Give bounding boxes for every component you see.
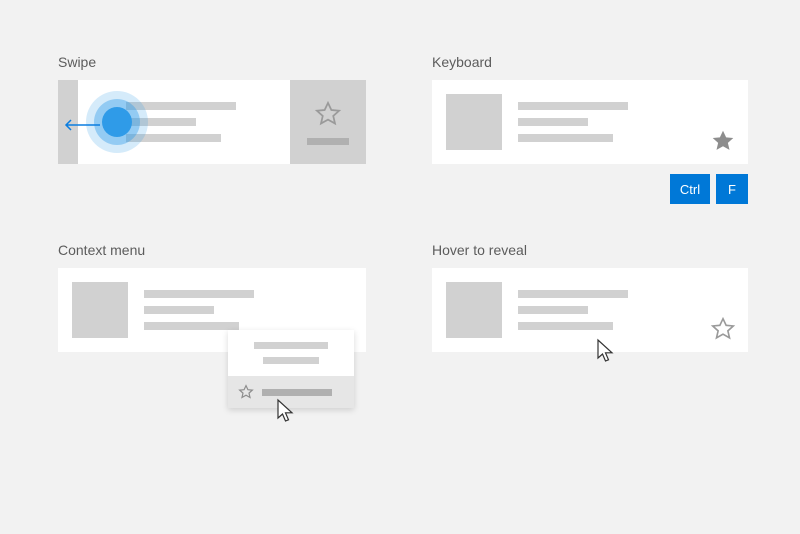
key-ctrl: Ctrl <box>670 174 710 204</box>
thumbnail-placeholder <box>446 282 502 338</box>
arrow-left-icon <box>64 118 100 136</box>
swipe-label: Swipe <box>58 54 366 70</box>
star-outline-icon <box>238 384 254 400</box>
context-menu-item[interactable] <box>254 342 328 349</box>
placeholder-lines <box>518 102 628 142</box>
star-filled-icon[interactable] <box>710 128 736 154</box>
context-menu-item-label <box>262 389 332 396</box>
swipe-section: Swipe <box>58 54 366 164</box>
keyboard-card <box>432 80 748 164</box>
thumbnail-placeholder <box>72 282 128 338</box>
hover-section: Hover to reveal <box>432 242 748 352</box>
context-menu-items <box>228 330 354 376</box>
touch-point-icon <box>102 107 132 137</box>
placeholder-line <box>518 290 628 298</box>
placeholder-line <box>518 306 588 314</box>
star-outline-icon[interactable] <box>710 316 736 342</box>
context-menu-section: Context menu <box>58 242 366 352</box>
keyboard-shortcut: Ctrl F <box>432 174 748 204</box>
cursor-icon <box>596 338 616 369</box>
placeholder-line <box>144 306 214 314</box>
keyboard-section: Keyboard Ctrl F <box>432 54 748 204</box>
placeholder-line <box>144 290 254 298</box>
context-menu-popup[interactable] <box>228 330 354 408</box>
placeholder-line <box>144 322 239 330</box>
placeholder-lines <box>518 290 628 330</box>
placeholder-lines <box>144 290 254 330</box>
placeholder-line <box>126 118 196 126</box>
placeholder-line <box>518 102 628 110</box>
swipe-card[interactable] <box>58 80 366 164</box>
placeholder-line <box>126 102 236 110</box>
placeholder-lines <box>126 102 236 142</box>
swipe-right-action[interactable] <box>290 80 366 164</box>
cursor-icon <box>276 398 296 429</box>
hover-label: Hover to reveal <box>432 242 748 258</box>
thumbnail-placeholder <box>446 94 502 150</box>
action-label-bar <box>307 138 349 145</box>
placeholder-line <box>518 134 613 142</box>
keyboard-label: Keyboard <box>432 54 748 70</box>
placeholder-line <box>126 134 221 142</box>
hover-card[interactable] <box>432 268 748 352</box>
context-menu-item[interactable] <box>263 357 319 364</box>
placeholder-line <box>518 322 613 330</box>
context-menu-label: Context menu <box>58 242 366 258</box>
key-f: F <box>716 174 748 204</box>
placeholder-line <box>518 118 588 126</box>
star-outline-icon <box>314 100 342 128</box>
